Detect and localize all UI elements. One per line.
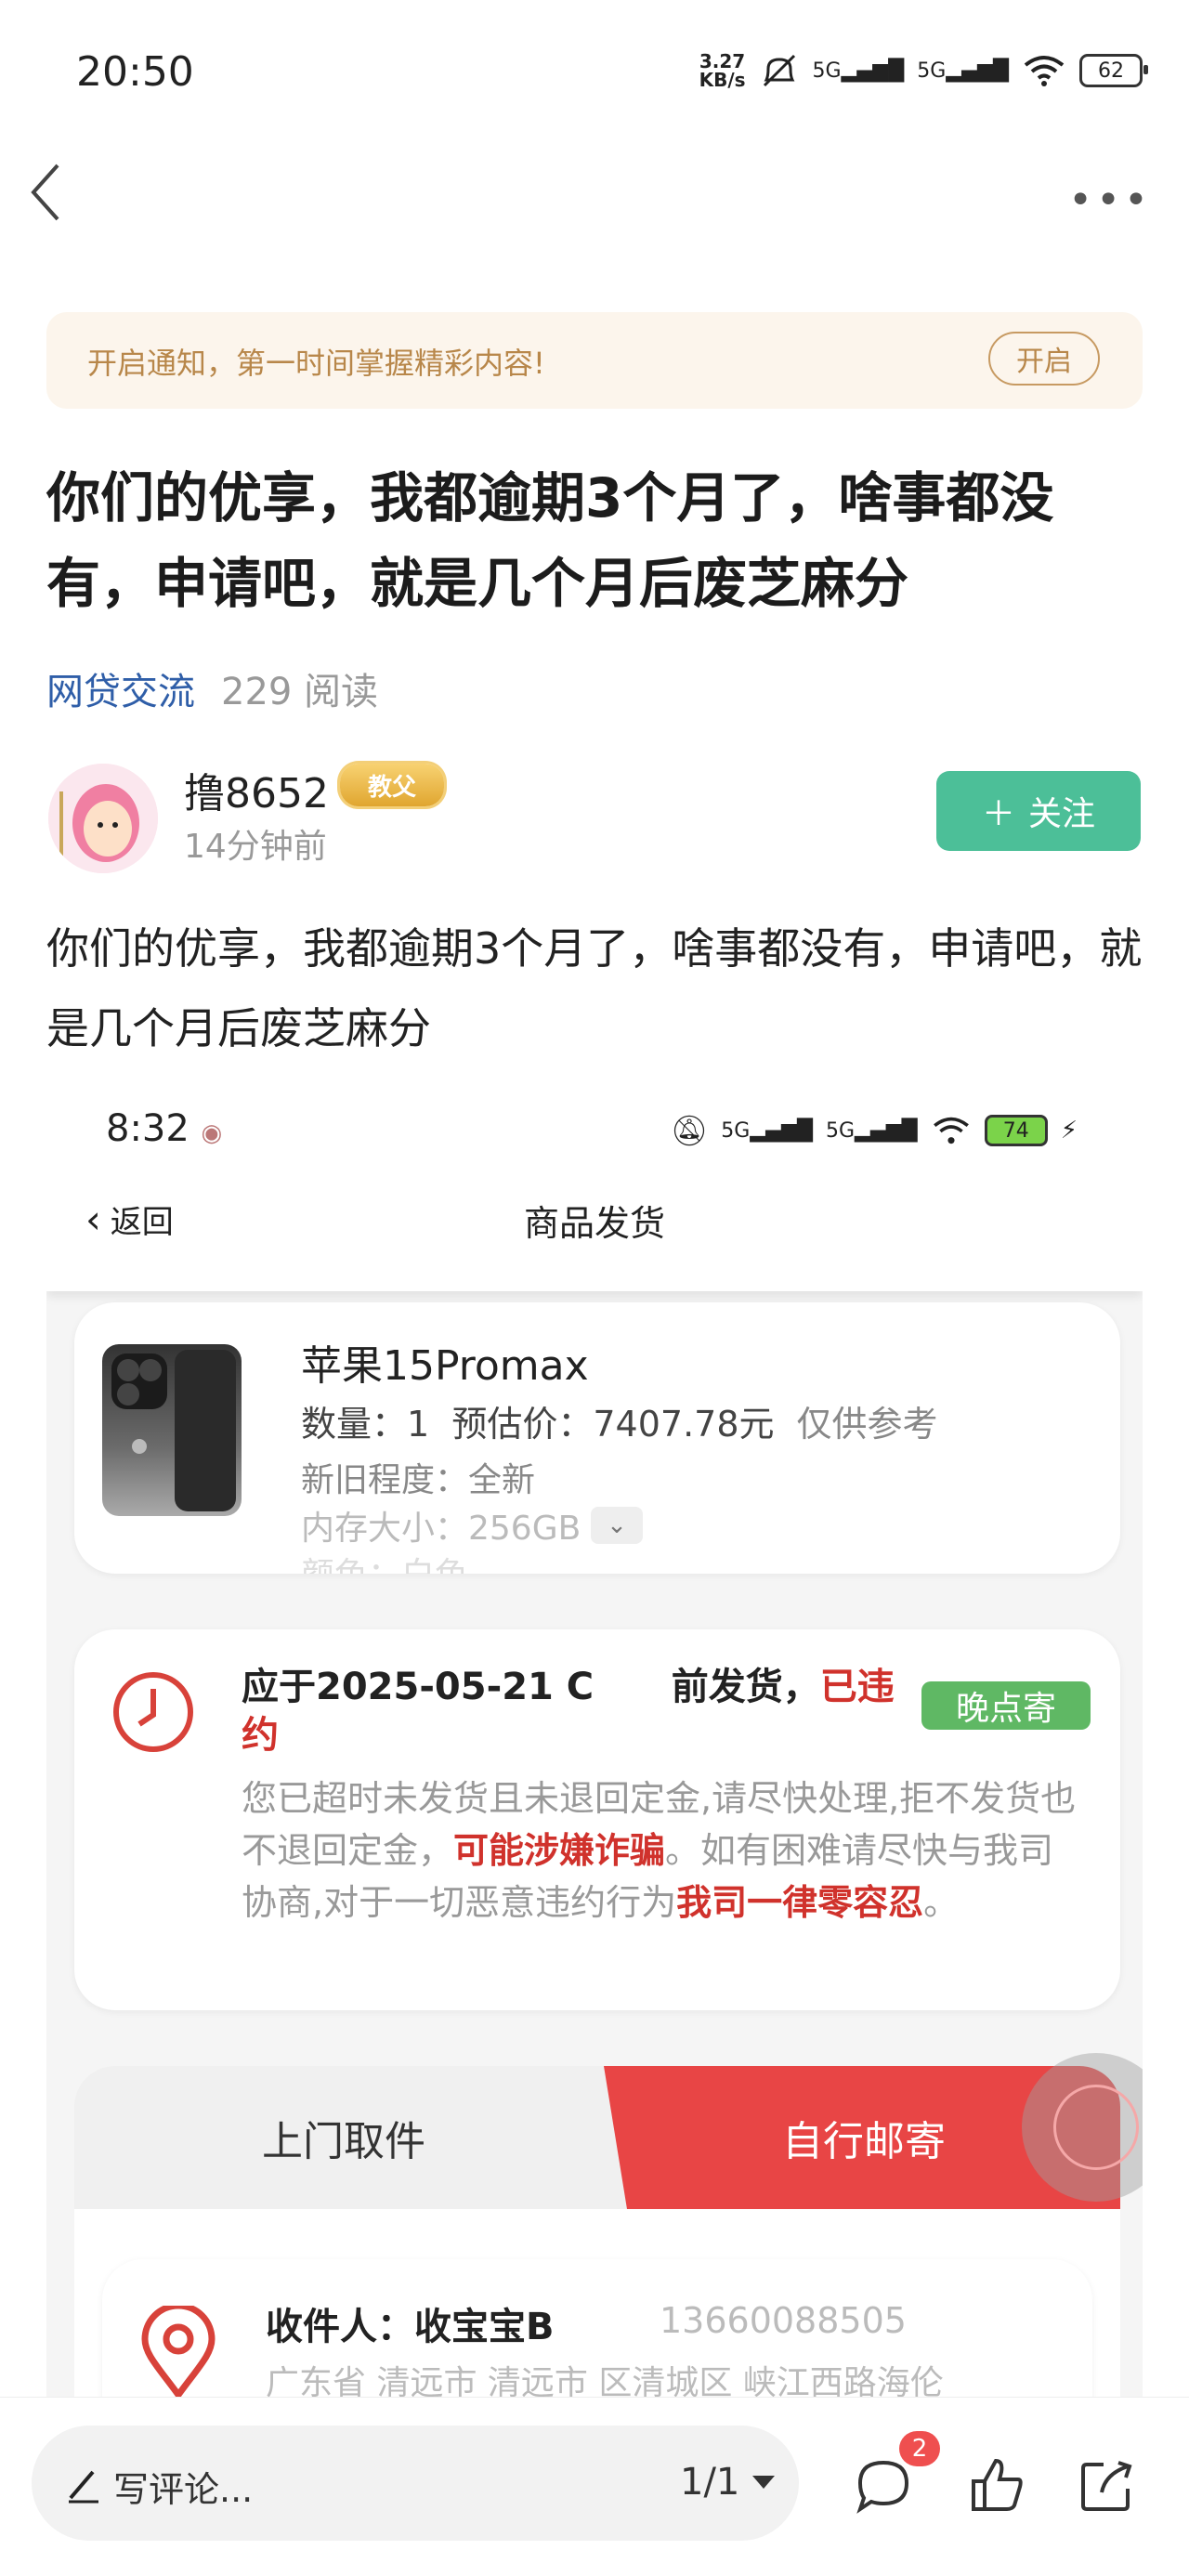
notify-text: 开启通知，第一时间掌握精彩内容! — [87, 346, 545, 381]
notify-banner: 开启通知，第一时间掌握精彩内容! 开启 — [46, 312, 1143, 409]
bottom-bar: 写评论... 1/1 2 — [0, 2397, 1189, 2576]
mute-icon — [763, 54, 795, 87]
pencil-icon — [69, 2470, 98, 2504]
receiver-address: 广东省 清远市 清远市 区清城区 峡江西路海伦 — [266, 2364, 944, 2397]
comment-placeholder: 写评论... — [113, 2469, 254, 2510]
product-qty-price: 数量：1 预估价：7407.78元 仅供参考 — [301, 1404, 938, 1445]
charging-icon: ⚡ — [1060, 1117, 1078, 1144]
warning-text: 您已超时未发货且未退回定金,请尽快处理,拒不发货也不退回定金，可能涉嫌诈骗。如有… — [242, 1778, 1077, 1923]
expand-chevron-icon: ⌄ — [591, 1507, 643, 1544]
embedded-time: 8:32 ◉ — [106, 1107, 223, 1150]
post-body: 你们的优享，我都逾期3个月了，啥事都没有，申请吧，就是几个月后废芝麻分 — [46, 923, 1143, 1053]
send-later-button: 晚点寄 — [921, 1681, 1091, 1730]
more-icon[interactable]: ••• — [1068, 177, 1152, 224]
status-time: 20:50 — [76, 48, 194, 96]
clock-icon — [113, 1672, 193, 1752]
thumbs-up-icon[interactable] — [966, 2455, 1027, 2517]
battery-icon: 62 — [1079, 54, 1148, 87]
author-name[interactable]: 撸8652 — [184, 760, 329, 819]
enable-notify-button[interactable]: 开启 — [988, 332, 1100, 386]
avatar[interactable] — [48, 764, 158, 873]
embedded-back-button: ‹ 返回 — [85, 1196, 174, 1242]
shipping-tabs: 上门取件 自行邮寄 — [74, 2066, 1120, 2209]
product-condition: 新旧程度：全新 — [301, 1461, 536, 1499]
signal-icon-2: 5G▂▄▆█ — [826, 1118, 918, 1143]
product-color: 颜色：白色 — [301, 1548, 468, 1574]
receiver-card: 收件人：收宝宝B 13660088505 广东省 清远市 清远市 区清城区 峡江… — [102, 2259, 1092, 2397]
product-memory: 内存大小：256GB — [301, 1510, 581, 1548]
network-speed: 3.27 KB/s — [699, 50, 746, 91]
signal-icon-1: 5G▂▄▆█ — [812, 59, 905, 83]
follow-button[interactable]: ＋关注 — [936, 771, 1141, 851]
signal-icon-2: 5G▂▄▆█ — [917, 59, 1009, 83]
avatar-image — [48, 764, 158, 873]
signal-icon-1: 5G▂▄▆█ — [721, 1118, 813, 1143]
page-selector[interactable]: 1/1 — [680, 2461, 776, 2504]
wifi-icon — [1024, 56, 1065, 86]
post-title: 你们的优享，我都逾期3个月了，啥事都没有，申请吧，就是几个月后废芝麻分 — [46, 466, 1054, 615]
deadline-text: 应于2025-05-21 C 前发货，已违约 — [242, 1666, 895, 1757]
app-icon: ◉ — [201, 1119, 223, 1147]
comment-input[interactable]: 写评论... 1/1 — [32, 2426, 799, 2541]
plus-icon: ＋ — [981, 795, 1015, 833]
product-image — [102, 1344, 242, 1516]
comment-icon[interactable] — [853, 2455, 914, 2517]
post-time: 14分钟前 — [184, 828, 327, 866]
embedded-header: 8:32 ◉ 🔕︎ 5G▂▄▆█ 5G▂▄▆█ 74 ⚡ 商品发货 ‹ 返回 — [46, 1087, 1143, 1291]
author-badge: 教父 — [340, 764, 444, 806]
post-meta: 网贷交流 229 阅读 — [46, 661, 378, 715]
chevron-left-icon: ‹ — [85, 1196, 101, 1242]
product-name: 苹果15Promax — [301, 1342, 589, 1390]
back-icon[interactable] — [28, 160, 65, 225]
wifi-icon — [933, 1117, 969, 1144]
battery-icon: 74 — [984, 1115, 1048, 1146]
status-icons: 3.27 KB/s 5G▂▄▆█ 5G▂▄▆█ 62 — [699, 50, 1148, 91]
deadline-card: 应于2025-05-21 C 前发货，已违约 晚点寄 您已超时未发货且未退回定金… — [74, 1629, 1120, 2010]
embedded-title: 商品发货 — [523, 1203, 665, 1244]
receiver-phone: 13660088505 — [660, 2300, 907, 2341]
topic-tag[interactable]: 网贷交流 — [46, 671, 195, 713]
read-count: 229 阅读 — [221, 671, 379, 713]
share-icon[interactable] — [1076, 2455, 1137, 2517]
mute-icon: 🔕︎ — [670, 1113, 709, 1148]
product-card: 苹果15Promax 数量：1 预估价：7407.78元 仅供参考 新旧程度：全新… — [74, 1302, 1120, 1574]
tab-pickup: 上门取件 — [262, 2118, 425, 2165]
caret-down-icon — [752, 2476, 776, 2489]
receiver-name: 收件人：收宝宝B — [266, 2306, 555, 2348]
location-pin-icon — [141, 2306, 216, 2397]
comment-count-badge: 2 — [899, 2431, 940, 2466]
post-image[interactable]: 8:32 ◉ 🔕︎ 5G▂▄▆█ 5G▂▄▆█ 74 ⚡ 商品发货 ‹ 返回 苹果… — [46, 1087, 1143, 2397]
embedded-status-icons: 🔕︎ 5G▂▄▆█ 5G▂▄▆█ 74 ⚡ — [671, 1113, 1078, 1148]
